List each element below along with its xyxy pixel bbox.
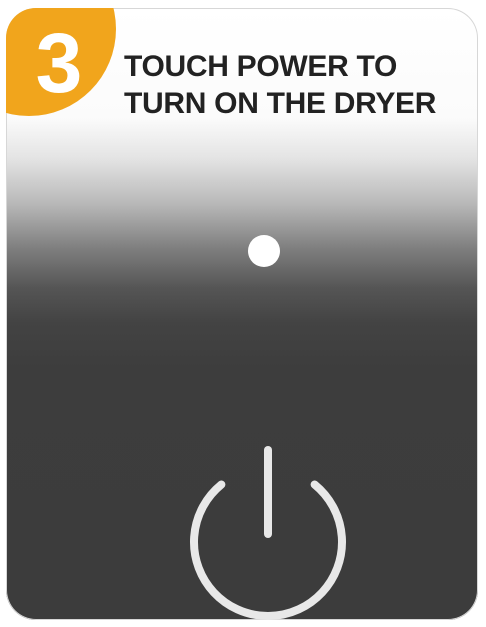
- instruction-card: 3 TOUCH POWER TO TURN ON THE DRYER: [0, 0, 486, 627]
- instruction-line-1: TOUCH POWER TO: [124, 50, 398, 83]
- power-icon: [190, 446, 346, 620]
- power-button[interactable]: [186, 442, 350, 620]
- instruction-line-2: TURN ON THE DRYER: [124, 87, 437, 120]
- dryer-control-panel: 3 TOUCH POWER TO TURN ON THE DRYER: [6, 8, 478, 620]
- instruction-text: TOUCH POWER TO TURN ON THE DRYER: [124, 48, 478, 122]
- indicator-light: [248, 235, 280, 267]
- step-number: 3: [35, 16, 83, 110]
